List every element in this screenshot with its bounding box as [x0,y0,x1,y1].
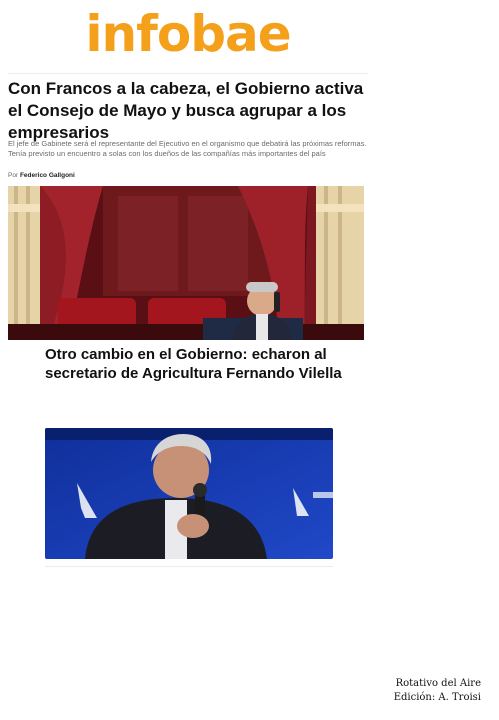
author-name[interactable]: Federico Gallgoni [20,172,75,179]
credit-line-1: Rotativo del Aire [395,678,481,689]
second-article-photo[interactable] [45,428,333,559]
main-headline[interactable]: Con Francos a la cabeza, el Gobierno act… [8,78,368,144]
credit-line-2: Edición: A. Troisi [393,692,481,703]
second-headline[interactable]: Otro cambio en el Gobierno: echaron al s… [45,345,365,383]
byline: Por Federico Gallgoni [8,172,75,179]
byline-prefix: Por [8,172,19,179]
main-summary: El jefe de Gabinete será el representant… [8,139,367,158]
article-divider [45,566,333,567]
parliament-scene-image [8,186,364,340]
header-divider [8,73,368,74]
speaker-portrait-image [45,428,333,559]
main-article-photo[interactable] [8,186,364,340]
infobae-logo[interactable]: infobae [0,2,376,66]
